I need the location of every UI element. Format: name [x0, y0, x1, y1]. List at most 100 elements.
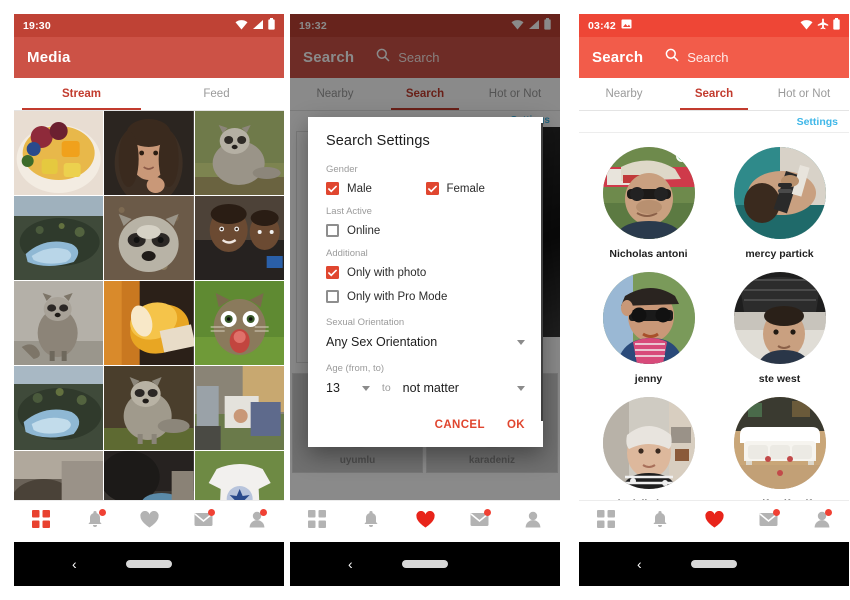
- dialog-title: Search Settings: [326, 133, 430, 149]
- message-badge: [773, 509, 780, 516]
- nav-favorites[interactable]: [687, 501, 741, 542]
- page-title: Search: [592, 49, 644, 66]
- nav-favorites[interactable]: [122, 501, 176, 542]
- tab-label: Search: [694, 88, 734, 100]
- section-label-orientation: Sexual Orientation: [326, 317, 405, 328]
- checkbox-unchecked-icon: [326, 290, 339, 303]
- last-active-row: Online: [326, 224, 525, 237]
- grid-item-raccoon-sitting[interactable]: [194, 111, 284, 195]
- chevron-down-icon: [361, 385, 370, 391]
- checkbox-only-with-photo[interactable]: Only with photo: [326, 266, 426, 279]
- media-photo-grid: [14, 111, 284, 522]
- checkbox-male[interactable]: Male: [326, 182, 426, 195]
- tab-bar: Nearby Search Hot or Not: [579, 78, 849, 111]
- user-card[interactable]: asdfasdfasdf: [714, 391, 845, 514]
- grid-item-rock-pool[interactable]: [14, 196, 104, 280]
- age-from-select[interactable]: 13: [326, 381, 370, 395]
- tab-search[interactable]: Search: [669, 78, 759, 110]
- search-settings-dialog: Search Settings Gender Male Female Last …: [308, 117, 543, 447]
- search-icon: [665, 48, 679, 67]
- age-separator: to: [381, 382, 391, 394]
- chevron-down-icon: [517, 385, 525, 391]
- nav-profile[interactable]: [506, 501, 560, 542]
- tab-feed[interactable]: Feed: [149, 78, 284, 110]
- home-pill[interactable]: [402, 560, 448, 568]
- nav-notifications[interactable]: [633, 501, 687, 542]
- grid-item-raccoon-grass[interactable]: [104, 366, 194, 450]
- user-card[interactable]: jenny: [583, 266, 714, 389]
- dialog-scrollbar[interactable]: [541, 123, 543, 421]
- tab-nearby[interactable]: Nearby: [579, 78, 669, 110]
- nav-favorites[interactable]: [398, 501, 452, 542]
- phone-media: 19:30 Media Stream Feed ‹: [14, 14, 284, 586]
- tab-stream[interactable]: Stream: [14, 78, 149, 110]
- back-icon[interactable]: ‹: [637, 557, 642, 571]
- home-pill[interactable]: [691, 560, 737, 568]
- nav-notifications[interactable]: [344, 501, 398, 542]
- tab-label: Stream: [62, 88, 101, 100]
- grid-item-rock-pool-2[interactable]: [14, 366, 104, 450]
- checkbox-only-with-pro-mode[interactable]: Only with Pro Mode: [326, 290, 447, 303]
- phone-search-settings: 19:32 Search Search Nearby Search Hot or…: [290, 14, 560, 586]
- settings-link[interactable]: Settings: [797, 116, 838, 128]
- grid-item-raccoon-closeup[interactable]: [104, 196, 194, 280]
- nav-grid[interactable]: [579, 501, 633, 542]
- section-label-gender: Gender: [326, 164, 358, 175]
- grid-icon: [597, 510, 615, 533]
- nav-grid[interactable]: [14, 501, 68, 542]
- tab-label: Feed: [203, 88, 230, 100]
- nav-profile[interactable]: [230, 501, 284, 542]
- grid-item-fruit-bowl[interactable]: [14, 111, 104, 195]
- grid-icon: [32, 510, 50, 533]
- grid-item-woman-portrait[interactable]: [104, 111, 194, 195]
- checkbox-checked-icon: [326, 182, 339, 195]
- bottom-navigation: [290, 500, 560, 542]
- avatar: [602, 397, 695, 489]
- bottom-navigation: [579, 500, 849, 542]
- additional-row-photo: Only with photo: [326, 266, 525, 279]
- nav-grid[interactable]: [290, 501, 344, 542]
- person-icon: [525, 511, 541, 533]
- settings-bar: Settings: [579, 111, 849, 133]
- user-card[interactable]: danielle lucas: [583, 391, 714, 514]
- grid-item-raccoon-standing[interactable]: [14, 281, 104, 365]
- checkbox-online[interactable]: Online: [326, 224, 380, 237]
- nav-messages[interactable]: [741, 501, 795, 542]
- tab-hot-or-not[interactable]: Hot or Not: [759, 78, 849, 110]
- grid-item-man-with-box[interactable]: [194, 366, 284, 450]
- checkbox-female[interactable]: Female: [425, 182, 526, 195]
- ok-button[interactable]: OK: [507, 419, 525, 431]
- tab-label: Hot or Not: [777, 88, 831, 100]
- checkbox-label: Only with Pro Mode: [347, 290, 448, 303]
- checkbox-checked-icon: [425, 182, 439, 195]
- avatar: [602, 147, 695, 239]
- search-field[interactable]: Search: [665, 48, 728, 67]
- user-card[interactable]: Nicholas antoni: [583, 141, 714, 264]
- cancel-button[interactable]: CANCEL: [435, 419, 485, 431]
- status-bar: 19:30: [14, 14, 284, 37]
- user-card[interactable]: mercy partick: [714, 141, 845, 264]
- back-icon[interactable]: ‹: [72, 557, 77, 571]
- app-bar: Search Search: [579, 37, 849, 78]
- status-time: 03:42: [588, 19, 616, 32]
- age-to-select[interactable]: not matter: [403, 381, 525, 395]
- orientation-select[interactable]: Any Sex Orientation: [326, 335, 525, 349]
- nav-messages[interactable]: [176, 501, 230, 542]
- checkbox-label: Only with photo: [347, 266, 427, 279]
- nav-notifications[interactable]: [68, 501, 122, 542]
- section-label-additional: Additional: [326, 248, 368, 259]
- nav-profile[interactable]: [795, 501, 849, 542]
- username: mercy partick: [745, 248, 814, 260]
- battery-icon: [268, 18, 275, 33]
- nav-messages[interactable]: [452, 501, 506, 542]
- system-gesture-bar: ‹: [14, 542, 284, 586]
- bell-icon: [363, 510, 379, 533]
- grid-item-beer-glass[interactable]: [104, 281, 194, 365]
- user-card[interactable]: ste west: [714, 266, 845, 389]
- grid-item-surprised-cat[interactable]: [194, 281, 284, 365]
- checkbox-label: Online: [347, 224, 381, 237]
- grid-item-two-men-selfie[interactable]: [194, 196, 284, 280]
- home-pill[interactable]: [126, 560, 172, 568]
- back-icon[interactable]: ‹: [348, 557, 353, 571]
- checkbox-checked-icon: [326, 266, 339, 279]
